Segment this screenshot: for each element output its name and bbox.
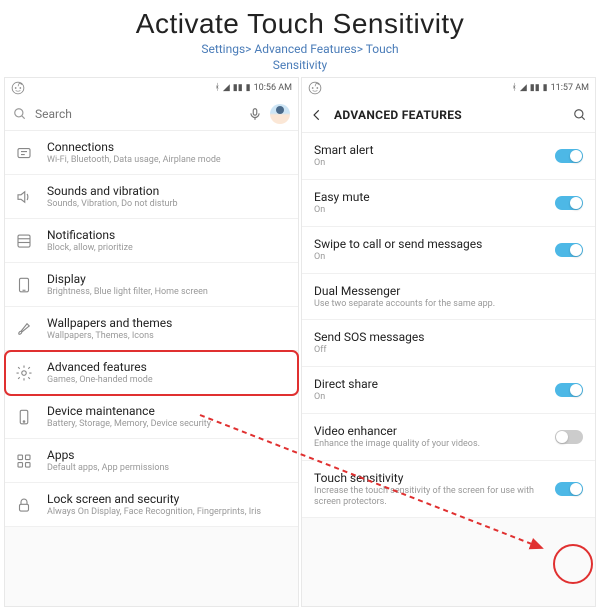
display-icon <box>15 276 33 294</box>
tutorial-header: Activate Touch Sensitivity Settings> Adv… <box>0 0 600 77</box>
item-send-sos[interactable]: Send SOS messagesOff <box>302 320 595 367</box>
signal-icon: ▮▮ <box>530 83 540 93</box>
battery-icon: ▮ <box>543 83 548 93</box>
avatar[interactable] <box>270 104 290 124</box>
item-video-enhancer[interactable]: Video enhancerEnhance the image quality … <box>302 414 595 461</box>
back-icon[interactable] <box>310 108 324 122</box>
item-smart-alert[interactable]: Smart alertOn <box>302 133 595 180</box>
search-input[interactable] <box>35 107 240 121</box>
breadcrumb: Settings> Advanced Features> Touch Sensi… <box>0 42 600 73</box>
item-touch-sensitivity[interactable]: Touch sensitivityIncrease the touch sens… <box>302 461 595 519</box>
search-icon <box>13 107 27 121</box>
item-direct-share[interactable]: Direct shareOn <box>302 367 595 414</box>
status-bar: ᚼ ◢ ▮▮ ▮ 11:57 AM <box>302 78 595 98</box>
page-title: Activate Touch Sensitivity <box>0 8 600 40</box>
toggle-easy-mute[interactable] <box>555 196 583 210</box>
advanced-list: Smart alertOn Easy muteOn Swipe to call … <box>302 133 595 518</box>
mic-icon[interactable] <box>248 107 262 121</box>
brush-icon <box>15 320 33 338</box>
search-icon[interactable] <box>573 108 587 122</box>
battery-icon: ▮ <box>246 83 251 93</box>
status-time: 11:57 AM <box>551 83 589 93</box>
screen-title: ADVANCED FEATURES <box>334 108 563 122</box>
settings-item-wallpapers[interactable]: Wallpapers and themesWallpapers, Themes,… <box>5 307 298 351</box>
signal-icon: ▮▮ <box>233 83 243 93</box>
reddit-icon <box>308 81 322 95</box>
apps-icon <box>15 452 33 470</box>
notifications-icon <box>15 232 33 250</box>
search-bar[interactable] <box>5 98 298 131</box>
device-icon <box>15 408 33 426</box>
bluetooth-icon: ᚼ <box>511 83 516 93</box>
settings-item-advanced-features[interactable]: Advanced featuresGames, One-handed mode <box>5 351 298 395</box>
item-easy-mute[interactable]: Easy muteOn <box>302 180 595 227</box>
settings-item-notifications[interactable]: NotificationsBlock, allow, prioritize <box>5 219 298 263</box>
advanced-features-screen: ᚼ ◢ ▮▮ ▮ 11:57 AM ADVANCED FEATURES Smar… <box>301 77 596 607</box>
connections-icon <box>15 144 33 162</box>
settings-item-lock-screen[interactable]: Lock screen and securityAlways On Displa… <box>5 483 298 527</box>
speaker-icon <box>15 188 33 206</box>
reddit-icon <box>11 81 25 95</box>
wifi-icon: ◢ <box>223 83 230 93</box>
settings-item-sounds[interactable]: Sounds and vibrationSounds, Vibration, D… <box>5 175 298 219</box>
gear-icon <box>15 364 33 382</box>
settings-item-connections[interactable]: ConnectionsWi-Fi, Bluetooth, Data usage,… <box>5 131 298 175</box>
lock-icon <box>15 496 33 514</box>
toggle-swipe-call[interactable] <box>555 243 583 257</box>
settings-item-device-maintenance[interactable]: Device maintenanceBattery, Storage, Memo… <box>5 395 298 439</box>
settings-screen: ᚼ ◢ ▮▮ ▮ 10:56 AM ConnectionsWi-Fi, Blue… <box>4 77 299 607</box>
settings-item-display[interactable]: DisplayBrightness, Blue light filter, Ho… <box>5 263 298 307</box>
toggle-direct-share[interactable] <box>555 383 583 397</box>
item-dual-messenger[interactable]: Dual MessengerUse two separate accounts … <box>302 274 595 321</box>
toggle-video-enhancer[interactable] <box>555 430 583 444</box>
screen-header: ADVANCED FEATURES <box>302 98 595 133</box>
toggle-touch-sensitivity[interactable] <box>555 482 583 496</box>
bluetooth-icon: ᚼ <box>214 83 219 93</box>
status-time: 10:56 AM <box>254 83 292 93</box>
settings-item-apps[interactable]: AppsDefault apps, App permissions <box>5 439 298 483</box>
highlight-circle <box>553 544 593 584</box>
status-bar: ᚼ ◢ ▮▮ ▮ 10:56 AM <box>5 78 298 98</box>
wifi-icon: ◢ <box>520 83 527 93</box>
settings-list: ConnectionsWi-Fi, Bluetooth, Data usage,… <box>5 131 298 527</box>
toggle-smart-alert[interactable] <box>555 149 583 163</box>
item-swipe-call[interactable]: Swipe to call or send messagesOn <box>302 227 595 274</box>
